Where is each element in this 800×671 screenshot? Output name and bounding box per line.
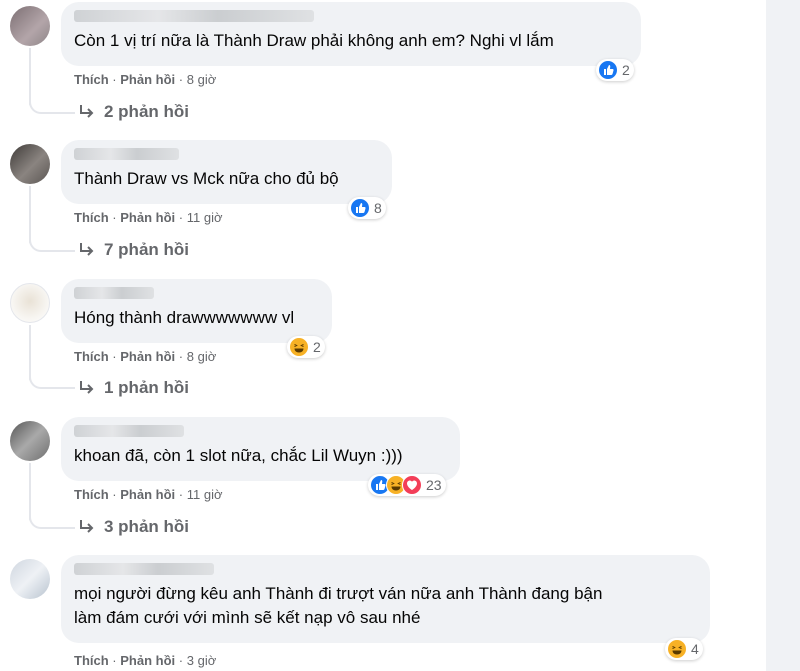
comment-text: Còn 1 vị trí nữa là Thành Draw phải khôn… (74, 31, 554, 50)
avatar[interactable] (10, 421, 50, 461)
timestamp[interactable]: 8 giờ (187, 72, 217, 87)
reaction-count: 23 (426, 477, 442, 493)
thread-connector (29, 365, 75, 389)
view-replies-link[interactable]: 1 phản hồi (78, 378, 189, 398)
replies-count-label: 3 phản hồi (104, 517, 189, 536)
thread-connector (29, 90, 75, 114)
reaction-summary[interactable]: 23 (368, 474, 446, 496)
like-link[interactable]: Thích (74, 487, 109, 502)
timestamp[interactable]: 3 giờ (187, 653, 217, 668)
reply-link[interactable]: Phản hồi (120, 210, 175, 225)
replies-count-label: 2 phản hồi (104, 102, 189, 121)
avatar[interactable] (10, 144, 50, 184)
separator: · (112, 653, 117, 668)
comment-bubble: Còn 1 vị trí nữa là Thành Draw phải khôn… (61, 2, 641, 66)
reply-arrow-icon (80, 105, 94, 118)
separator: · (178, 349, 184, 364)
separator: · (112, 487, 117, 502)
comment-text: Thành Draw vs Mck nữa cho đủ bộ (74, 169, 339, 188)
timestamp[interactable]: 11 giờ (187, 487, 223, 502)
reply-arrow-icon (80, 520, 94, 533)
haha-icon (289, 337, 309, 357)
view-replies-link[interactable]: 3 phản hồi (78, 517, 189, 537)
replies-count-label: 1 phản hồi (104, 378, 189, 397)
replies-count-label: 7 phản hồi (104, 240, 189, 259)
comment-text: mọi người đừng kêu anh Thành đi trượt vá… (74, 584, 603, 627)
comment-actions: Thích · Phản hồi · 11 giờ (74, 210, 223, 225)
separator: · (178, 653, 184, 668)
reply-link[interactable]: Phản hồi (120, 72, 175, 87)
view-replies-link[interactable]: 2 phản hồi (78, 102, 189, 122)
separator: · (112, 72, 117, 87)
reaction-summary[interactable]: 8 (348, 197, 386, 219)
thread-connector (29, 505, 75, 529)
timestamp[interactable]: 8 giờ (187, 349, 217, 364)
comment-bubble: Thành Draw vs Mck nữa cho đủ bộ (61, 140, 392, 204)
reaction-summary[interactable]: 2 (596, 59, 634, 81)
author-name-blurred[interactable] (74, 10, 314, 22)
separator: · (178, 210, 184, 225)
right-side-panel (766, 0, 800, 671)
reaction-count: 2 (313, 339, 321, 355)
comment-bubble: mọi người đừng kêu anh Thành đi trượt vá… (61, 555, 710, 643)
reply-link[interactable]: Phản hồi (120, 653, 175, 668)
reply-link[interactable]: Phản hồi (120, 487, 175, 502)
author-name-blurred[interactable] (74, 425, 184, 437)
reaction-count: 8 (374, 200, 382, 216)
author-name-blurred[interactable] (74, 287, 154, 299)
separator: · (178, 487, 184, 502)
reply-arrow-icon (80, 381, 94, 394)
separator: · (112, 210, 117, 225)
view-replies-link[interactable]: 7 phản hồi (78, 240, 189, 260)
avatar[interactable] (10, 283, 50, 323)
avatar[interactable] (10, 559, 50, 599)
separator: · (178, 72, 184, 87)
avatar[interactable] (10, 6, 50, 46)
comment-actions: Thích · Phản hồi · 8 giờ (74, 72, 216, 87)
author-name-blurred[interactable] (74, 563, 214, 575)
reaction-summary[interactable]: 2 (287, 336, 325, 358)
timestamp[interactable]: 11 giờ (187, 210, 223, 225)
comment-bubble: khoan đã, còn 1 slot nữa, chắc Lil Wuyn … (61, 417, 460, 481)
comment-actions: Thích · Phản hồi · 3 giờ (74, 653, 216, 668)
reaction-count: 4 (691, 641, 699, 657)
reply-link[interactable]: Phản hồi (120, 349, 175, 364)
love-icon (402, 475, 422, 495)
like-link[interactable]: Thích (74, 653, 109, 668)
like-link[interactable]: Thích (74, 349, 109, 364)
comment-text: khoan đã, còn 1 slot nữa, chắc Lil Wuyn … (74, 446, 403, 465)
like-icon (598, 60, 618, 80)
reaction-count: 2 (622, 62, 630, 78)
like-link[interactable]: Thích (74, 210, 109, 225)
comment-actions: Thích · Phản hồi · 8 giờ (74, 349, 216, 364)
thread-connector (29, 228, 75, 252)
comment-text: Hóng thành drawwwwwww vl (74, 308, 295, 327)
reply-arrow-icon (80, 243, 94, 256)
author-name-blurred[interactable] (74, 148, 179, 160)
haha-icon (667, 639, 687, 659)
comment-bubble: Hóng thành drawwwwwww vl (61, 279, 332, 343)
like-link[interactable]: Thích (74, 72, 109, 87)
comment-actions: Thích · Phản hồi · 11 giờ (74, 487, 223, 502)
like-icon (350, 198, 370, 218)
reaction-summary[interactable]: 4 (665, 638, 703, 660)
separator: · (112, 349, 117, 364)
